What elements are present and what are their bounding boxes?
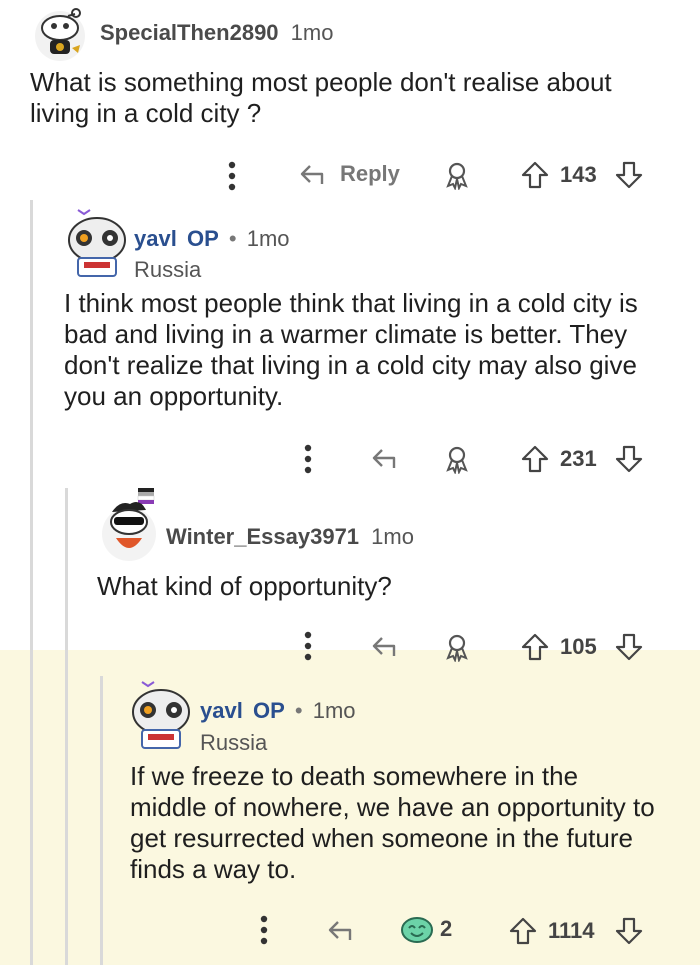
snoo-avatar-icon (35, 8, 85, 61)
op-badge: OP (252, 698, 285, 723)
vote-score: 231 (560, 446, 597, 472)
upvote-button[interactable] (520, 160, 550, 190)
reply-button[interactable] (370, 632, 404, 660)
more-vertical-icon (228, 161, 236, 191)
reply-arrow-icon (372, 637, 396, 656)
username[interactable]: Winter_Essay3971 (166, 524, 359, 549)
score: 231 (560, 446, 597, 471)
more-vertical-icon (304, 631, 312, 661)
reply-button[interactable] (326, 916, 360, 944)
timestamp: 1mo (312, 698, 356, 723)
downvote-button[interactable] (614, 160, 644, 190)
upvote-arrow-icon (521, 161, 549, 189)
thread-line-level3[interactable] (100, 676, 103, 965)
award-count: 2 (440, 916, 453, 941)
user-flair: Russia (200, 730, 268, 755)
more-vertical-icon (304, 444, 312, 474)
downvote-button[interactable] (614, 444, 644, 474)
comment-body: If we freeze to death somewhere in the m… (130, 761, 655, 884)
avatar[interactable] (98, 486, 160, 562)
thread-line-level2[interactable] (65, 488, 68, 965)
upvote-arrow-icon (521, 445, 549, 473)
more-options-button[interactable] (226, 160, 238, 192)
timestamp: 1mo (371, 524, 414, 549)
snoo-avatar-icon (68, 209, 126, 277)
thread-line-level1[interactable] (30, 200, 33, 965)
downvote-arrow-icon (615, 633, 643, 661)
username[interactable]: yavl (200, 698, 243, 723)
award-icon (446, 446, 468, 474)
award-button[interactable] (442, 632, 472, 662)
comment-body: What is something most people don't real… (30, 67, 612, 128)
upvote-button[interactable] (520, 632, 550, 662)
reply-arrow-icon (328, 921, 352, 940)
more-vertical-icon (260, 915, 268, 945)
comment-header: Winter_Essay3971 1mo (166, 524, 414, 550)
comment-header: SpecialThen2890 1mo (100, 20, 333, 46)
score: 1114 (548, 918, 595, 943)
more-options-button[interactable] (302, 630, 314, 662)
award-button[interactable] (442, 444, 472, 474)
snoo-avatar-icon (102, 488, 156, 561)
downvote-button[interactable] (614, 916, 644, 946)
upvote-button[interactable] (520, 444, 550, 474)
downvote-button[interactable] (614, 632, 644, 662)
vote-score: 105 (560, 634, 597, 660)
upvote-button[interactable] (508, 916, 538, 946)
award-button[interactable] (442, 160, 472, 190)
user-flair: Russia (134, 257, 202, 282)
timestamp: 1mo (290, 20, 334, 45)
comment-header: yavl OP • 1mo (200, 698, 356, 724)
reply-arrow-icon (372, 449, 396, 468)
separator-dot: • (228, 226, 237, 251)
reply-button[interactable]: Reply (298, 160, 400, 188)
wholesome-award-icon (401, 917, 433, 943)
reply-button[interactable] (370, 444, 404, 472)
username[interactable]: SpecialThen2890 (100, 20, 279, 45)
award-icon (446, 162, 468, 190)
reply-arrow-icon (300, 165, 324, 184)
separator-dot: • (294, 698, 303, 723)
avatar[interactable] (128, 676, 194, 752)
comment-header: yavl OP • 1mo (134, 226, 290, 252)
username[interactable]: yavl (134, 226, 177, 251)
award-icon (446, 634, 468, 662)
comment-body: What kind of opportunity? (97, 571, 392, 601)
downvote-arrow-icon (615, 917, 643, 945)
score: 143 (560, 162, 597, 187)
vote-score: 143 (560, 162, 597, 188)
downvote-arrow-icon (615, 445, 643, 473)
snoo-avatar-icon (132, 681, 190, 749)
avatar[interactable] (30, 6, 90, 62)
more-options-button[interactable] (302, 443, 314, 475)
reply-label: Reply (340, 161, 400, 186)
timestamp: 1mo (246, 226, 290, 251)
avatar[interactable] (64, 204, 130, 280)
op-badge: OP (186, 226, 219, 251)
score: 105 (560, 634, 597, 659)
comment-body: I think most people think that living in… (64, 288, 638, 411)
vote-score: 1114 (548, 918, 595, 944)
upvote-arrow-icon (509, 917, 537, 945)
award-button[interactable]: 2 (400, 914, 452, 944)
more-options-button[interactable] (258, 914, 270, 946)
upvote-arrow-icon (521, 633, 549, 661)
downvote-arrow-icon (615, 161, 643, 189)
